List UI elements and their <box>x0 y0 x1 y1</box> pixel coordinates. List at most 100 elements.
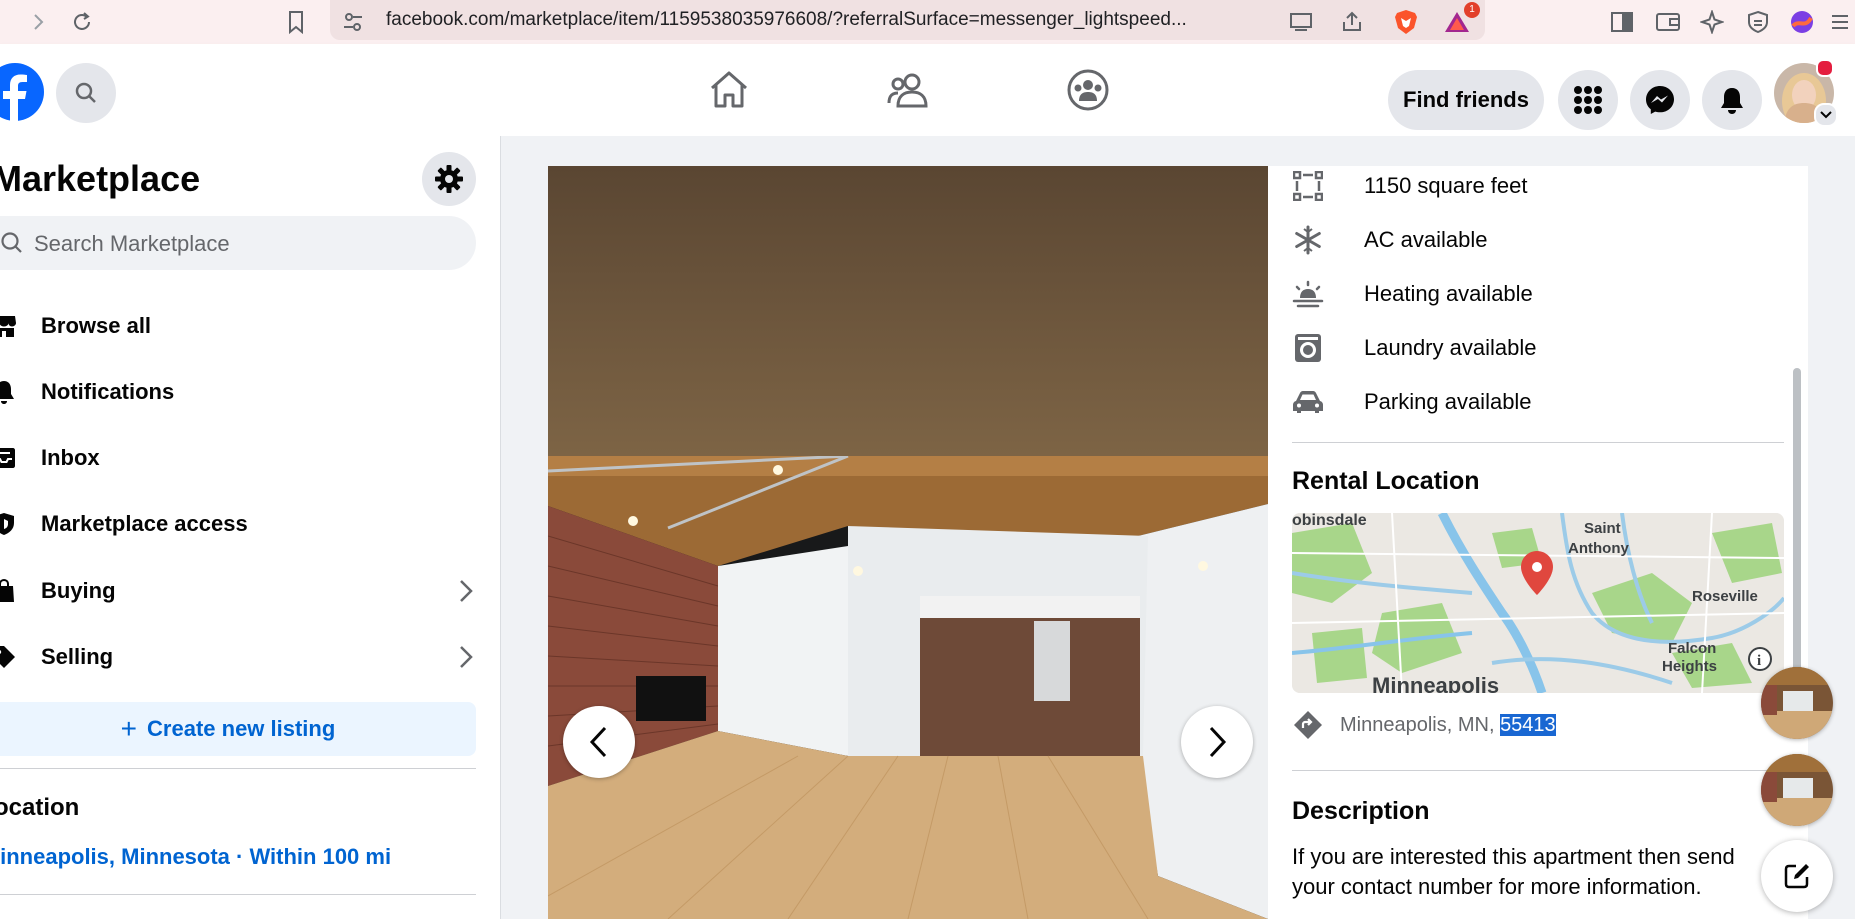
browser-toolbar: facebook.com/marketplace/item/1159538035… <box>0 0 1855 44</box>
grid-icon <box>1574 86 1602 114</box>
rental-location-map[interactable]: obinsdale Saint Anthony Roseville Falcon… <box>1292 513 1784 693</box>
create-new-listing-button[interactable]: + Create new listing <box>0 702 476 756</box>
location-heading: ocation <box>0 794 80 821</box>
apartment-interior-image <box>548 456 1268 919</box>
search-icon <box>1 232 22 253</box>
sidebar-item-label: Notifications <box>41 379 175 404</box>
home-icon[interactable] <box>705 66 753 114</box>
new-message-button[interactable] <box>1761 840 1833 912</box>
brave-shields-icon[interactable] <box>1392 8 1420 36</box>
sidebar-item-selling[interactable]: Selling <box>0 627 476 687</box>
messenger-button[interactable] <box>1630 70 1690 130</box>
map-image: obinsdale Saint Anthony Roseville Falcon… <box>1292 513 1784 693</box>
leo-ai-icon[interactable] <box>1698 8 1726 36</box>
chat-head-listing-thumbnail[interactable] <box>1761 754 1833 826</box>
facebook-logo-icon[interactable] <box>0 63 44 121</box>
previous-photo-button[interactable] <box>563 706 635 778</box>
messenger-icon <box>1646 86 1674 114</box>
details-divider <box>1292 770 1784 771</box>
create-listing-label: Create new listing <box>147 716 336 741</box>
feature-square-footage: 1150 square feet <box>1292 166 1528 206</box>
bell-icon <box>0 378 18 406</box>
square-footage-icon <box>1292 170 1324 202</box>
sidebar-item-label: Selling <box>41 644 114 669</box>
feature-text: 1150 square feet <box>1364 173 1528 198</box>
notification-badge: 1 <box>1464 2 1480 18</box>
car-icon <box>1292 386 1324 418</box>
map-label-falcon-heights-line1: Falcon <box>1668 640 1716 657</box>
snowflake-icon <box>1292 224 1324 256</box>
notifications-button[interactable] <box>1702 70 1762 130</box>
wallet-icon[interactable] <box>1654 8 1682 36</box>
sidebar-item-label: Browse all <box>41 313 152 338</box>
inbox-icon <box>0 444 18 472</box>
sidebar-item-label: Inbox <box>41 445 100 470</box>
feature-ac: AC available <box>1292 220 1488 260</box>
map-label-robbinsdale: obinsdale <box>1292 513 1367 529</box>
address-city-state: Minneapolis, MN, <box>1340 714 1501 736</box>
plus-icon: + <box>120 713 138 744</box>
map-label-falcon-heights-line2: Heights <box>1662 658 1717 675</box>
listing-address: Minneapolis, MN, 55413 <box>1340 714 1556 737</box>
search-icon <box>75 82 96 103</box>
location-filter-link[interactable]: linneapolis, Minnesota · Within 100 mi <box>0 844 391 870</box>
install-app-icon[interactable] <box>1288 8 1316 36</box>
description-heading: Description <box>1292 797 1430 825</box>
listing-details-panel: 1150 square feet AC available Heating av… <box>1268 166 1808 919</box>
marketplace-sidebar: Marketplace Browse all Notifications Inb… <box>0 136 501 919</box>
shopping-bag-icon <box>0 577 18 605</box>
feature-parking: Parking available <box>1292 382 1532 422</box>
map-label-saint-anthony-line2: Anthony <box>1568 540 1629 557</box>
sidebar-title: Marketplace <box>0 158 201 199</box>
avatar-notification-dot <box>1816 59 1834 77</box>
svg-text:i: i <box>1757 653 1761 669</box>
sidebar-item-label: Buying <box>41 578 116 603</box>
bookmark-icon[interactable] <box>282 8 310 36</box>
marketplace-settings-button[interactable] <box>422 152 476 206</box>
header-search-button[interactable] <box>56 63 116 123</box>
chat-head-listing-thumbnail[interactable] <box>1761 667 1833 739</box>
profile-icon[interactable] <box>1788 8 1816 36</box>
details-scrollbar[interactable] <box>1793 368 1801 713</box>
account-chevron-down-icon[interactable] <box>1814 103 1838 127</box>
url-text[interactable]: facebook.com/marketplace/item/1159538035… <box>386 9 1187 31</box>
map-label-saint-anthony-line1: Saint <box>1584 520 1621 537</box>
sidebar-item-browse-all[interactable]: Browse all <box>0 296 476 356</box>
next-photo-button[interactable] <box>1181 706 1253 778</box>
directions-icon <box>1292 709 1324 741</box>
sidebar-toggle-icon[interactable] <box>1608 8 1636 36</box>
sidebar-item-notifications[interactable]: Notifications <box>0 362 476 422</box>
description-text: If you are interested this apartment the… <box>1292 844 1735 899</box>
friends-icon[interactable] <box>884 66 932 114</box>
reload-icon[interactable] <box>68 8 96 36</box>
map-label-roseville: Roseville <box>1692 588 1758 605</box>
feature-text: AC available <box>1364 227 1488 252</box>
feature-text: Heating available <box>1364 281 1533 306</box>
chevron-right-icon <box>1209 726 1227 758</box>
map-label-minneapolis: Minneapolis <box>1372 673 1499 693</box>
forward-icon[interactable] <box>24 8 52 36</box>
chevron-left-icon <box>589 726 607 758</box>
shield-icon <box>0 510 18 538</box>
sidebar-item-inbox[interactable]: Inbox <box>0 428 476 488</box>
listing-photo[interactable] <box>548 166 1268 919</box>
compose-icon <box>1784 864 1809 889</box>
menu-icon[interactable] <box>1826 8 1854 36</box>
find-friends-button[interactable]: Find friends <box>1388 70 1544 130</box>
sidebar-item-label: Marketplace access <box>41 511 248 536</box>
share-icon[interactable] <box>1338 8 1366 36</box>
sidebar-item-marketplace-access[interactable]: Marketplace access <box>0 494 476 554</box>
vpn-shield-icon[interactable] <box>1744 8 1772 36</box>
sidebar-divider <box>0 894 476 895</box>
groups-icon[interactable] <box>1064 66 1112 114</box>
menu-grid-button[interactable] <box>1558 70 1618 130</box>
marketplace-search-field[interactable] <box>0 216 476 272</box>
feature-laundry: Laundry available <box>1292 328 1536 368</box>
sidebar-item-buying[interactable]: Buying <box>0 561 476 621</box>
tag-icon <box>0 643 18 671</box>
marketplace-search-input[interactable] <box>32 216 456 272</box>
bell-icon <box>1721 88 1743 114</box>
site-settings-icon[interactable] <box>339 8 367 36</box>
feature-text: Parking available <box>1364 389 1532 414</box>
feature-heating: Heating available <box>1292 274 1533 314</box>
